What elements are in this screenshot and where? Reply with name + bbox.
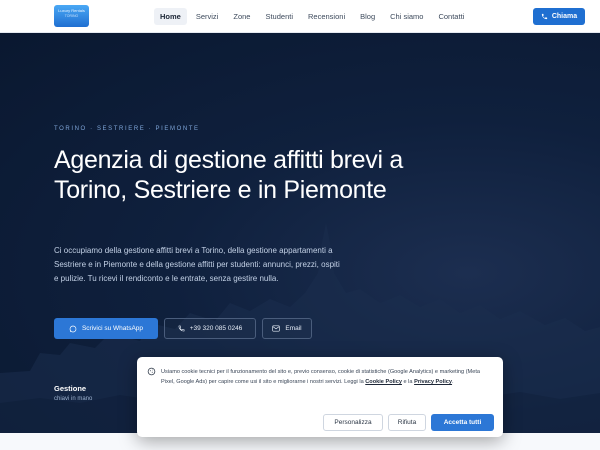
phone-button-label: +39 320 085 0246	[189, 325, 243, 332]
accept-all-button[interactable]: Accetta tutti	[431, 414, 494, 431]
logo-line2: TORINO	[64, 14, 79, 18]
stat-gestione: Gestione chiavi in mano	[54, 384, 92, 402]
privacy-policy-link[interactable]: Privacy Policy	[414, 379, 452, 385]
menu-item-recensioni[interactable]: Recensioni	[302, 8, 351, 25]
top-navbar: Luxury Rentals TORINO Home Servizi Zone …	[0, 0, 600, 33]
whatsapp-icon	[69, 325, 77, 332]
reject-button[interactable]: Rifiuta	[388, 414, 426, 431]
logo-line1: Luxury Rentals	[58, 8, 85, 13]
hero-lead: Ci occupiamo della gestione affitti brev…	[54, 246, 340, 283]
cookie-text-end: .	[452, 379, 454, 385]
main-menu: Home Servizi Zone Studenti Recensioni Bl…	[154, 8, 470, 25]
call-button-label: Chiama	[551, 13, 578, 20]
menu-item-servizi[interactable]: Servizi	[190, 8, 225, 25]
phone-icon	[541, 13, 547, 20]
customize-button[interactable]: Personalizza	[323, 414, 383, 431]
cookie-text: Usiamo cookie tecnici per il funzionamen…	[161, 367, 495, 387]
mail-icon	[272, 325, 281, 332]
cookie-text-mid: e la	[401, 379, 415, 385]
logo[interactable]: Luxury Rentals TORINO	[54, 5, 89, 27]
email-button[interactable]: Email	[262, 318, 312, 339]
phone-icon	[178, 325, 185, 332]
phone-button[interactable]: +39 320 085 0246	[164, 318, 256, 339]
menu-item-zone[interactable]: Zone	[227, 8, 256, 25]
call-button[interactable]: Chiama	[533, 8, 585, 25]
menu-item-contatti[interactable]: Contatti	[432, 8, 470, 25]
email-button-label: Email	[285, 325, 302, 332]
menu-item-home[interactable]: Home	[154, 8, 187, 25]
menu-item-studenti[interactable]: Studenti	[259, 8, 299, 25]
hero-title: Agenzia di gestione affitti brevi a Tori…	[54, 146, 403, 204]
whatsapp-button-label: Scrivici su WhatsApp	[81, 325, 144, 332]
whatsapp-button[interactable]: Scrivici su WhatsApp	[54, 318, 158, 339]
stat-key: Gestione	[54, 384, 87, 393]
cookie-icon	[147, 367, 156, 376]
cookie-policy-link[interactable]: Cookie Policy	[365, 379, 402, 385]
hero-eyebrow: TORINO · SESTRIERE · PIEMONTE	[54, 126, 200, 132]
stat-value: chiavi in mano	[54, 396, 93, 402]
menu-item-chi-siamo[interactable]: Chi siamo	[384, 8, 429, 25]
menu-item-blog[interactable]: Blog	[354, 8, 381, 25]
cookie-banner: Usiamo cookie tecnici per il funzionamen…	[137, 357, 503, 437]
